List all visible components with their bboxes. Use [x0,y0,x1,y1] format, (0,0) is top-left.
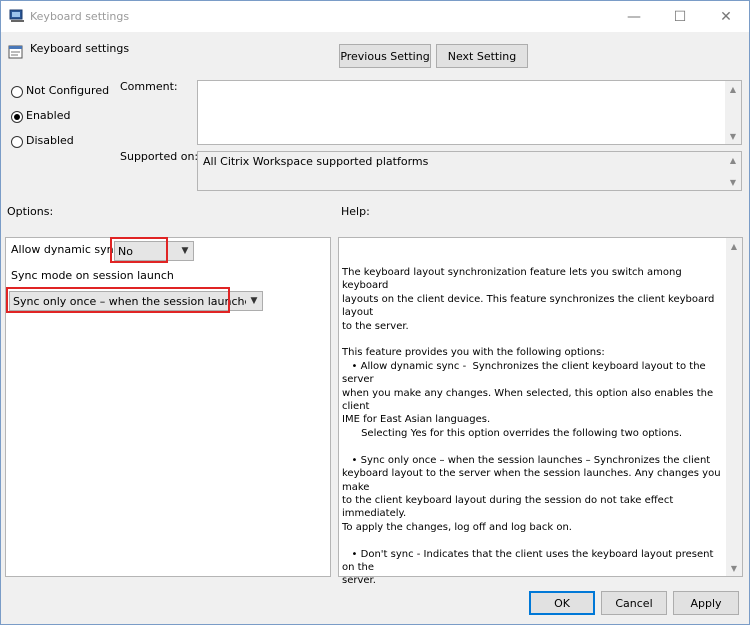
dialog-window: Keyboard settings — ☐ ✕ Keyboard setting… [0,0,750,625]
allow-dynamic-sync-label: Allow dynamic sync [11,243,120,256]
sync-mode-value: Sync only once – when the session launch… [13,294,246,308]
help-text: The keyboard layout synchronization feat… [342,267,721,587]
comment-label: Comment: [120,80,178,93]
minimize-icon: — [627,8,641,25]
next-setting-button[interactable]: Next Setting [436,44,528,68]
comment-textarea[interactable]: ▲ ▼ [197,80,742,145]
scroll-down-icon[interactable]: ▼ [725,174,741,190]
help-label: Help: [341,205,370,218]
cancel-button[interactable]: Cancel [601,591,667,615]
allow-dynamic-sync-value: No [118,244,133,258]
close-icon: ✕ [720,8,732,25]
not-configured-label: Not Configured [26,84,110,97]
policy-setting-icon [8,44,24,60]
help-scrollbar[interactable]: ▲ ▼ [726,238,742,576]
setting-name: Keyboard settings [30,42,130,55]
title-bar: Keyboard settings — ☐ ✕ [1,1,749,32]
supported-scrollbar[interactable]: ▲ ▼ [725,152,741,190]
ok-button[interactable]: OK [529,591,595,615]
scroll-down-icon[interactable]: ▼ [725,128,741,144]
options-label: Options: [7,205,54,218]
chevron-down-icon: ▼ [250,296,258,306]
enabled-radio[interactable] [11,111,23,123]
disabled-radio[interactable] [11,136,23,148]
window-title: Keyboard settings [30,10,130,23]
supported-on-label: Supported on: [120,150,199,163]
not-configured-radio[interactable] [11,86,23,98]
supported-on-field: All Citrix Workspace supported platforms… [197,151,742,191]
scroll-up-icon[interactable]: ▲ [725,152,741,168]
previous-setting-button[interactable]: Previous Setting [339,44,431,68]
minimize-button[interactable]: — [611,1,657,32]
scroll-up-icon[interactable]: ▲ [725,81,741,97]
sync-mode-dropdown[interactable]: Sync only once – when the session launch… [9,291,263,311]
scroll-down-icon[interactable]: ▼ [726,560,742,576]
close-button[interactable]: ✕ [703,1,749,32]
supported-on-value: All Citrix Workspace supported platforms [203,155,429,168]
maximize-icon: ☐ [673,8,687,25]
allow-dynamic-sync-dropdown[interactable]: No ▼ [114,241,194,261]
options-panel [5,237,331,577]
settings-app-icon [9,9,25,23]
comment-scrollbar[interactable]: ▲ ▼ [725,81,741,144]
disabled-label: Disabled [26,134,74,147]
scroll-up-icon[interactable]: ▲ [726,238,742,254]
enabled-label: Enabled [26,109,71,122]
maximize-button[interactable]: ☐ [657,1,703,32]
chevron-down-icon: ▼ [181,246,189,256]
apply-button[interactable]: Apply [673,591,739,615]
sync-mode-label: Sync mode on session launch [11,269,174,282]
